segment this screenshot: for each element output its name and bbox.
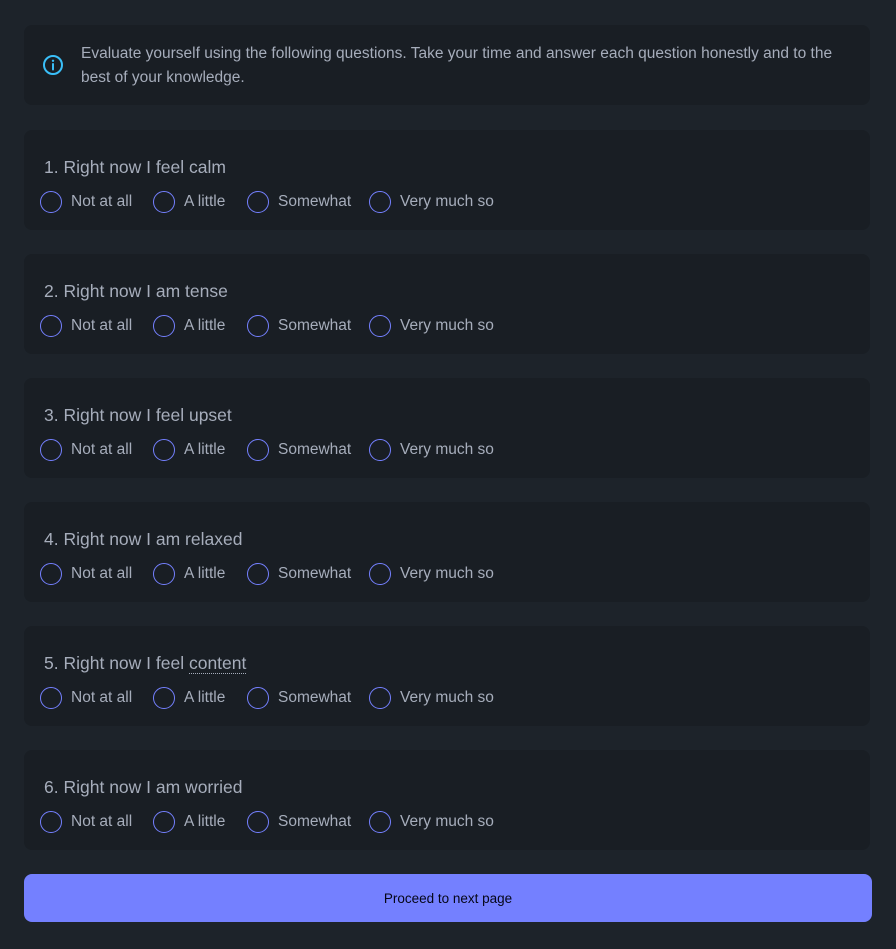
option-not-at-all[interactable]: Not at all	[40, 314, 132, 338]
option-somewhat[interactable]: Somewhat	[247, 562, 351, 586]
radio-button[interactable]	[40, 191, 62, 213]
radio-button[interactable]	[369, 563, 391, 585]
option-somewhat[interactable]: Somewhat	[247, 314, 351, 338]
radio-button[interactable]	[153, 563, 175, 585]
radio-button[interactable]	[247, 563, 269, 585]
radio-button[interactable]	[153, 687, 175, 709]
question-title: 6. Right now I am worried	[44, 777, 243, 797]
radio-button[interactable]	[153, 191, 175, 213]
question-card-4: 4. Right now I am relaxed Not at all A l…	[24, 502, 870, 602]
option-a-little[interactable]: A little	[153, 810, 225, 834]
option-somewhat[interactable]: Somewhat	[247, 438, 351, 462]
option-very-much-so[interactable]: Very much so	[369, 686, 494, 710]
radio-button[interactable]	[40, 439, 62, 461]
radio-button[interactable]	[369, 191, 391, 213]
radio-button[interactable]	[247, 191, 269, 213]
question-title: 2. Right now I am tense	[44, 281, 228, 301]
question-title: 5. Right now I feel content	[44, 653, 247, 674]
radio-button[interactable]	[40, 563, 62, 585]
question-card-3: 3. Right now I feel upset Not at all A l…	[24, 378, 870, 478]
question-title: 1. Right now I feel calm	[44, 157, 226, 177]
radio-button[interactable]	[247, 439, 269, 461]
option-somewhat[interactable]: Somewhat	[247, 810, 351, 834]
radio-button[interactable]	[153, 315, 175, 337]
option-very-much-so[interactable]: Very much so	[369, 314, 494, 338]
option-a-little[interactable]: A little	[153, 686, 225, 710]
option-very-much-so[interactable]: Very much so	[369, 438, 494, 462]
question-title: 3. Right now I feel upset	[44, 405, 232, 425]
question-card-2: 2. Right now I am tense Not at all A lit…	[24, 254, 870, 354]
radio-button[interactable]	[369, 811, 391, 833]
question-card-1: 1. Right now I feel calm Not at all A li…	[24, 130, 870, 230]
radio-button[interactable]	[247, 687, 269, 709]
radio-button[interactable]	[247, 315, 269, 337]
radio-button[interactable]	[40, 315, 62, 337]
option-not-at-all[interactable]: Not at all	[40, 190, 132, 214]
radio-button[interactable]	[153, 439, 175, 461]
radio-button[interactable]	[40, 811, 62, 833]
option-a-little[interactable]: A little	[153, 314, 225, 338]
radio-button[interactable]	[247, 811, 269, 833]
question-card-6: 6. Right now I am worried Not at all A l…	[24, 750, 870, 850]
option-a-little[interactable]: A little	[153, 438, 225, 462]
question-card-5: 5. Right now I feel content Not at all A…	[24, 626, 870, 726]
proceed-button[interactable]: Proceed to next page	[24, 874, 872, 922]
info-icon	[43, 55, 63, 75]
option-a-little[interactable]: A little	[153, 562, 225, 586]
question-title: 4. Right now I am relaxed	[44, 529, 243, 549]
radio-button[interactable]	[369, 439, 391, 461]
option-somewhat[interactable]: Somewhat	[247, 190, 351, 214]
info-text: Evaluate yourself using the following qu…	[81, 45, 833, 86]
info-alert: Evaluate yourself using the following qu…	[24, 25, 870, 105]
option-not-at-all[interactable]: Not at all	[40, 810, 132, 834]
option-very-much-so[interactable]: Very much so	[369, 810, 494, 834]
option-very-much-so[interactable]: Very much so	[369, 190, 494, 214]
option-very-much-so[interactable]: Very much so	[369, 562, 494, 586]
option-not-at-all[interactable]: Not at all	[40, 686, 132, 710]
option-not-at-all[interactable]: Not at all	[40, 438, 132, 462]
option-somewhat[interactable]: Somewhat	[247, 686, 351, 710]
option-not-at-all[interactable]: Not at all	[40, 562, 132, 586]
dotted-term[interactable]: content	[188, 653, 247, 674]
radio-button[interactable]	[369, 315, 391, 337]
radio-button[interactable]	[40, 687, 62, 709]
radio-button[interactable]	[153, 811, 175, 833]
radio-button[interactable]	[369, 687, 391, 709]
option-a-little[interactable]: A little	[153, 190, 225, 214]
